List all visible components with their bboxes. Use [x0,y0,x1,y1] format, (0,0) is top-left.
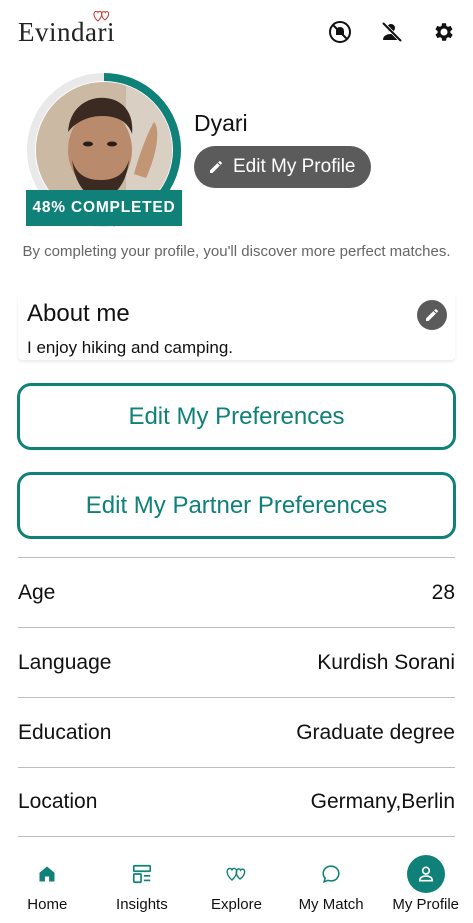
nav-item-my-match[interactable]: My Match [284,846,379,923]
pencil-icon [210,160,223,173]
hearts-icon [226,867,246,881]
edit-profile-label: Edit My Profile [233,156,356,177]
active-indicator [406,855,445,893]
app-logo: Evindari [18,10,115,48]
no-bell-icon[interactable] [327,19,353,45]
info-row-age: Age 28 [18,557,455,627]
nav-label: My Profile [392,896,460,913]
home-icon [39,866,55,882]
about-me-title: About me [27,300,130,327]
info-row-language: Language Kurdish Sorani [18,627,455,697]
completion-badge: 48% COMPLETED [26,190,182,226]
nav-label: My Match [298,896,364,913]
edit-about-button[interactable] [417,300,447,330]
profile-info-list: Age 28 Language Kurdish Sorani Education… [18,557,455,837]
block-user-icon[interactable] [379,19,405,45]
user-icon [418,866,433,882]
nav-item-my-profile[interactable]: My Profile [378,846,473,923]
gear-icon[interactable] [431,19,457,45]
info-value: Kurdish Sorani [317,650,455,674]
nav-label: Insights [116,896,168,913]
my-profile-screen: Evindari 48% COMPLETED Dyari Edit My Pro… [0,0,473,923]
about-me-text: I enjoy hiking and camping. [27,338,234,357]
logo-hearts-icon [93,10,110,22]
insights-icon [132,864,151,884]
profile-name: Dyari [194,110,248,136]
edit-partner-preferences-button[interactable]: Edit My Partner Preferences [17,472,456,539]
nav-item-explore[interactable]: Explore [189,846,284,923]
nav-label: Home [27,896,68,913]
nav-label: Explore [211,896,262,913]
info-label: Location [18,790,98,813]
info-label: Language [18,650,112,674]
info-row-education: Education Graduate degree [18,697,455,767]
top-bar: Evindari [0,0,473,64]
about-me-card: About me I enjoy hiking and camping. [18,292,455,360]
profile-card: 48% COMPLETED Dyari Edit My Profile By c… [18,70,455,290]
pencil-icon [426,308,439,321]
info-value: Graduate degree [296,720,455,744]
top-bar-actions [327,19,457,45]
info-label: Age [18,580,56,604]
nav-item-home[interactable]: Home [0,846,95,923]
info-value: Germany,Berlin [310,790,455,813]
info-row-location: Location Germany,Berlin [18,767,455,837]
edit-preferences-button[interactable]: Edit My Preferences [17,383,456,450]
completion-hint: By completing your profile, you'll disco… [22,243,451,260]
bottom-nav: Home Insights Explore My Match My Profil… [0,846,473,923]
edit-profile-button[interactable]: Edit My Profile [194,146,372,188]
nav-item-insights[interactable]: Insights [95,846,190,923]
info-label: Education [18,720,112,744]
chat-icon [322,865,340,884]
info-value: 28 [431,580,455,604]
